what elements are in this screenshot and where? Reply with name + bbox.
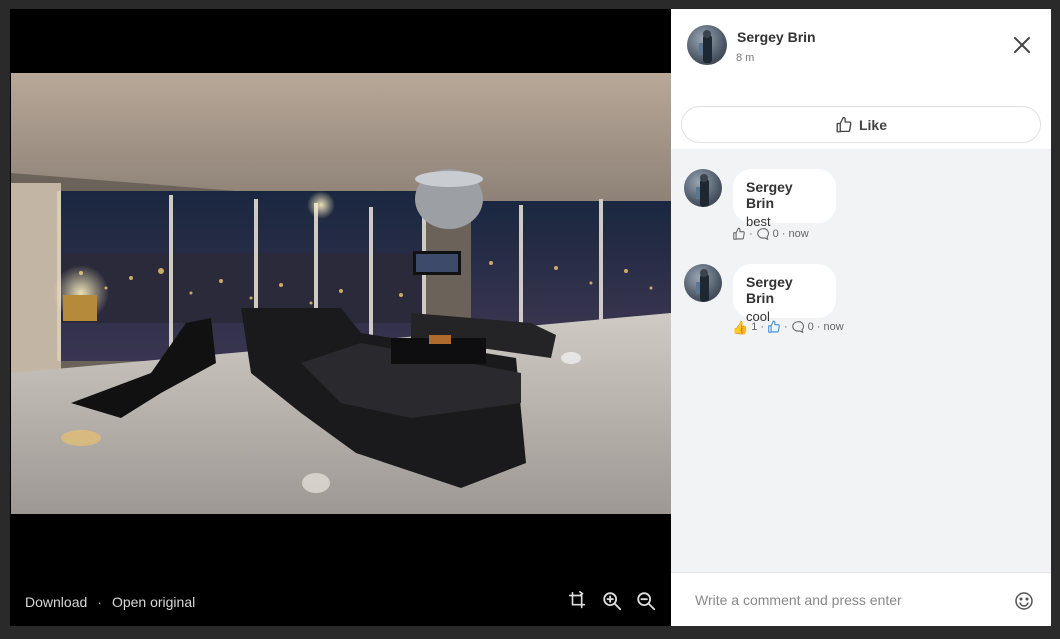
speech-bubble-icon xyxy=(791,321,804,334)
reaction-count: 1 xyxy=(751,321,758,333)
comment-input[interactable] xyxy=(683,583,1003,617)
post-author-name[interactable]: Sergey Brin xyxy=(737,29,816,45)
comment-bubble: Sergey Brin best xyxy=(733,169,836,229)
post-header: Sergey Brin 8 m Like xyxy=(671,9,1051,149)
avatar[interactable] xyxy=(684,169,722,207)
comment-time[interactable]: now xyxy=(823,321,843,333)
comment-reply-button[interactable]: 0 xyxy=(756,227,779,241)
comments-list: Sergey Brin best · 0 · now Sergey Brin c… xyxy=(671,149,1051,572)
reaction-summary[interactable]: 👍 1 xyxy=(732,321,757,334)
viewer-bottom-bar: Download · Open original xyxy=(10,582,671,622)
like-button[interactable]: Like xyxy=(681,106,1041,143)
avatar[interactable] xyxy=(684,264,722,302)
comment-like-button[interactable] xyxy=(767,320,781,334)
comment-composer xyxy=(671,572,1051,626)
zoom-out-icon[interactable] xyxy=(635,590,657,612)
meta-separator: · xyxy=(749,228,753,240)
comment-reply-button[interactable]: 0 xyxy=(791,320,814,334)
comment-author[interactable]: Sergey Brin xyxy=(746,179,823,211)
comment-meta: · 0 · now xyxy=(732,227,809,241)
post-side-panel: Sergey Brin 8 m Like Sergey Brin best · … xyxy=(671,9,1051,626)
download-link[interactable]: Download xyxy=(25,594,87,610)
thumbs-up-icon xyxy=(733,227,745,240)
rotate-icon[interactable] xyxy=(567,590,589,612)
reply-count: 0 xyxy=(772,228,779,240)
thumbs-up-reaction-icon: 👍 xyxy=(732,319,749,335)
speech-bubble-icon xyxy=(756,228,769,241)
post-photo[interactable] xyxy=(11,73,671,514)
avatar[interactable] xyxy=(687,25,727,65)
zoom-in-icon[interactable] xyxy=(601,590,623,612)
meta-separator: · xyxy=(760,321,764,333)
separator-dot: · xyxy=(97,594,102,610)
comment-meta: 👍 1 · · 0 · now xyxy=(732,320,844,334)
close-icon[interactable] xyxy=(1011,34,1033,56)
meta-separator: · xyxy=(781,228,786,240)
comment-time[interactable]: now xyxy=(788,228,808,240)
thumbs-up-icon xyxy=(768,320,780,333)
viewer-tools xyxy=(567,590,657,612)
open-original-link[interactable]: Open original xyxy=(112,594,195,610)
post-time[interactable]: 8 m xyxy=(736,52,754,64)
meta-separator: · xyxy=(816,321,821,333)
thumbs-up-icon xyxy=(836,116,852,132)
meta-separator: · xyxy=(783,321,788,333)
comment-bubble: Sergey Brin cool xyxy=(733,264,836,324)
comment-author[interactable]: Sergey Brin xyxy=(746,274,823,306)
comment-like-button[interactable] xyxy=(732,227,746,241)
reply-count: 0 xyxy=(807,321,814,333)
like-label: Like xyxy=(858,116,887,133)
photo-image xyxy=(11,73,671,514)
smiley-icon[interactable] xyxy=(1014,591,1034,611)
